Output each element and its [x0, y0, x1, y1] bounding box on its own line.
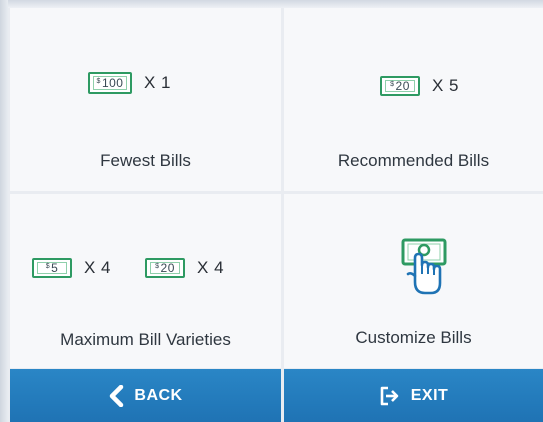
bill-quantity: X 5: [432, 76, 460, 95]
option-recommended-bills[interactable]: $20 X 5 Recommended Bills: [284, 8, 543, 191]
bill-combo: $5 X 4 $20 X 4: [32, 258, 224, 278]
bill-100-icon: $100: [88, 72, 132, 94]
exit-button[interactable]: EXIT: [284, 369, 543, 422]
hand-tap-cash-icon: [398, 238, 450, 298]
atm-screen: $100 X 1 Fewest Bills $20 X 5 Recommende…: [0, 0, 543, 422]
option-label: Fewest Bills: [100, 151, 191, 170]
chevron-left-icon: [108, 384, 124, 407]
exit-label: EXIT: [410, 386, 449, 404]
bill-20-icon: $20: [380, 76, 420, 96]
screen-bezel-top: [0, 0, 543, 8]
bill-value: 20: [395, 79, 410, 93]
navigation-bar: BACK EXIT: [10, 369, 543, 422]
bill-value: 5: [51, 261, 59, 275]
option-maximum-bill-varieties[interactable]: $5 X 4 $20 X 4 Maximum Bill Varieties: [10, 194, 281, 368]
bill-combo: $100 X 1: [88, 72, 171, 94]
option-customize-bills[interactable]: Customize Bills: [284, 194, 543, 368]
back-label: BACK: [134, 386, 183, 404]
back-button[interactable]: BACK: [10, 369, 281, 422]
bill-20-icon: $20: [145, 258, 186, 278]
option-fewest-bills[interactable]: $100 X 1 Fewest Bills: [10, 8, 281, 191]
option-label: Customize Bills: [355, 328, 472, 347]
bill-quantity: X 4: [197, 258, 225, 277]
option-label: Recommended Bills: [337, 151, 490, 170]
bill-combo: $20 X 5: [380, 76, 459, 96]
bill-value: 20: [160, 261, 175, 275]
bill-quantity: X 1: [144, 73, 172, 92]
option-label: Maximum Bill Varieties: [60, 330, 231, 349]
exit-door-icon: [379, 385, 401, 407]
bill-5-icon: $5: [32, 258, 72, 278]
bill-value: 100: [101, 76, 124, 90]
bill-quantity: X 4: [84, 258, 112, 277]
screen-bezel-left: [0, 0, 8, 422]
bill-option-grid: $100 X 1 Fewest Bills $20 X 5 Recommende…: [10, 8, 543, 368]
